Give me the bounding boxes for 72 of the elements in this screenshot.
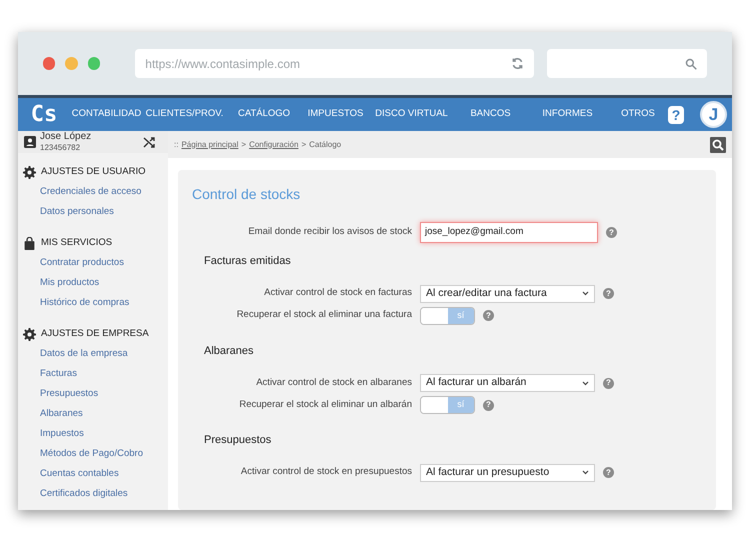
section-title: Presupuestos bbox=[204, 433, 272, 448]
field-label: Recuperar el stock al eliminar un albarán bbox=[238, 398, 413, 412]
dropdown[interactable]: Al facturar un presupuesto bbox=[420, 464, 595, 482]
logo[interactable]: Cs bbox=[18, 98, 70, 131]
sidebar-link[interactable]: Cuentas contables bbox=[23, 464, 168, 484]
url-text: https://www.contasimple.com bbox=[145, 56, 300, 72]
email-field[interactable]: jose_lopez@gmail.com bbox=[420, 222, 598, 243]
search-icon[interactable] bbox=[710, 136, 726, 152]
field-label: Recuperar el stock al eliminar una factura bbox=[236, 308, 413, 322]
help-icon[interactable]: ? bbox=[603, 467, 614, 478]
minimize-window-icon[interactable] bbox=[65, 57, 78, 70]
nav-link[interactable]: INFORMES bbox=[527, 107, 608, 122]
sidebar-link[interactable]: Datos personales bbox=[23, 202, 168, 222]
nav-link[interactable]: CLIENTES/PROV. bbox=[143, 107, 226, 122]
help-icon[interactable]: ? bbox=[483, 310, 494, 321]
section-title: Facturas emitidas bbox=[204, 254, 292, 269]
close-window-icon[interactable] bbox=[43, 57, 56, 70]
shuffle-icon[interactable] bbox=[143, 136, 156, 148]
sidebar-link[interactable]: Histórico de compras bbox=[23, 293, 168, 313]
dropdown[interactable]: Al facturar un albarán bbox=[420, 374, 595, 392]
user-name: Jose López bbox=[40, 131, 92, 142]
breadcrumb-separator: > bbox=[301, 138, 306, 150]
field-label: Email donde recibir los avisos de stock bbox=[247, 225, 413, 240]
nav-link[interactable]: CATÁLOGO bbox=[226, 107, 302, 122]
section-heading: AJUSTES DE USUARIO bbox=[41, 164, 146, 179]
gear-icon bbox=[23, 166, 36, 178]
breadcrumb-separator: :: bbox=[174, 138, 178, 150]
sidebar-link[interactable]: Impuestos bbox=[23, 424, 168, 444]
help-icon[interactable]: ? bbox=[606, 227, 617, 238]
section-title: Albaranes bbox=[204, 344, 255, 358]
sidebar-link[interactable]: Albaranes bbox=[23, 404, 168, 424]
search-field[interactable] bbox=[546, 49, 708, 78]
field-label: Activar control de stock en facturas bbox=[263, 286, 413, 300]
help-icon[interactable]: ? bbox=[603, 288, 614, 299]
search-icon bbox=[685, 58, 698, 70]
refresh-icon[interactable] bbox=[510, 57, 524, 70]
help-button[interactable]: ? bbox=[668, 106, 684, 124]
sidebar-link[interactable]: Métodos de Pago/Cobro bbox=[23, 444, 168, 464]
sidebar-link[interactable]: Datos de la empresa bbox=[23, 344, 168, 364]
help-icon[interactable]: ? bbox=[483, 400, 494, 410]
nav-link[interactable]: IMPUESTOS bbox=[302, 107, 369, 122]
user-avatar[interactable]: J bbox=[700, 101, 727, 128]
caret-icon bbox=[582, 470, 589, 475]
shopping-bag-icon bbox=[23, 236, 36, 250]
breadcrumb-link[interactable]: Configuración bbox=[249, 138, 298, 150]
nav-link[interactable]: OTROS bbox=[608, 107, 668, 122]
dropdown[interactable]: Al crear/editar una factura bbox=[420, 284, 595, 302]
sidebar-link[interactable]: Mis productos bbox=[23, 273, 168, 293]
breadcrumb-current: Catálogo bbox=[309, 138, 342, 150]
user-id: 123456782 bbox=[40, 142, 82, 153]
sidebar-link[interactable]: Presupuestos bbox=[23, 384, 168, 404]
sidebar-link[interactable]: Facturas bbox=[23, 364, 168, 384]
caret-icon bbox=[582, 291, 589, 296]
maximize-window-icon[interactable] bbox=[88, 57, 100, 70]
sidebar-link[interactable]: Credenciales de acceso bbox=[23, 182, 168, 202]
breadcrumb-separator: > bbox=[241, 138, 246, 150]
section-heading: AJUSTES DE EMPRESA bbox=[41, 326, 149, 341]
sidebar-link[interactable]: Certificados digitales bbox=[23, 484, 168, 504]
nav-link[interactable]: BANCOS bbox=[454, 107, 527, 122]
address-bar[interactable]: https://www.contasimple.com bbox=[135, 49, 534, 78]
gear-icon bbox=[23, 328, 36, 340]
caret-icon bbox=[582, 380, 589, 386]
field-label: Activar control de stock en albaranes bbox=[255, 376, 413, 390]
nav-link[interactable]: CONTABILIDAD bbox=[70, 107, 143, 122]
panel-title: Control de stocks bbox=[192, 185, 302, 204]
field-label: Activar control de stock en presupuestos bbox=[240, 465, 413, 480]
user-card-icon bbox=[24, 136, 36, 148]
sidebar-link[interactable]: Contratar productos bbox=[23, 253, 168, 273]
section-heading: MIS SERVICIOS bbox=[41, 236, 112, 250]
help-icon[interactable]: ? bbox=[603, 378, 614, 388]
breadcrumb-link[interactable]: Página principal bbox=[181, 138, 238, 150]
nav-link[interactable]: DISCO VIRTUAL bbox=[369, 107, 454, 122]
